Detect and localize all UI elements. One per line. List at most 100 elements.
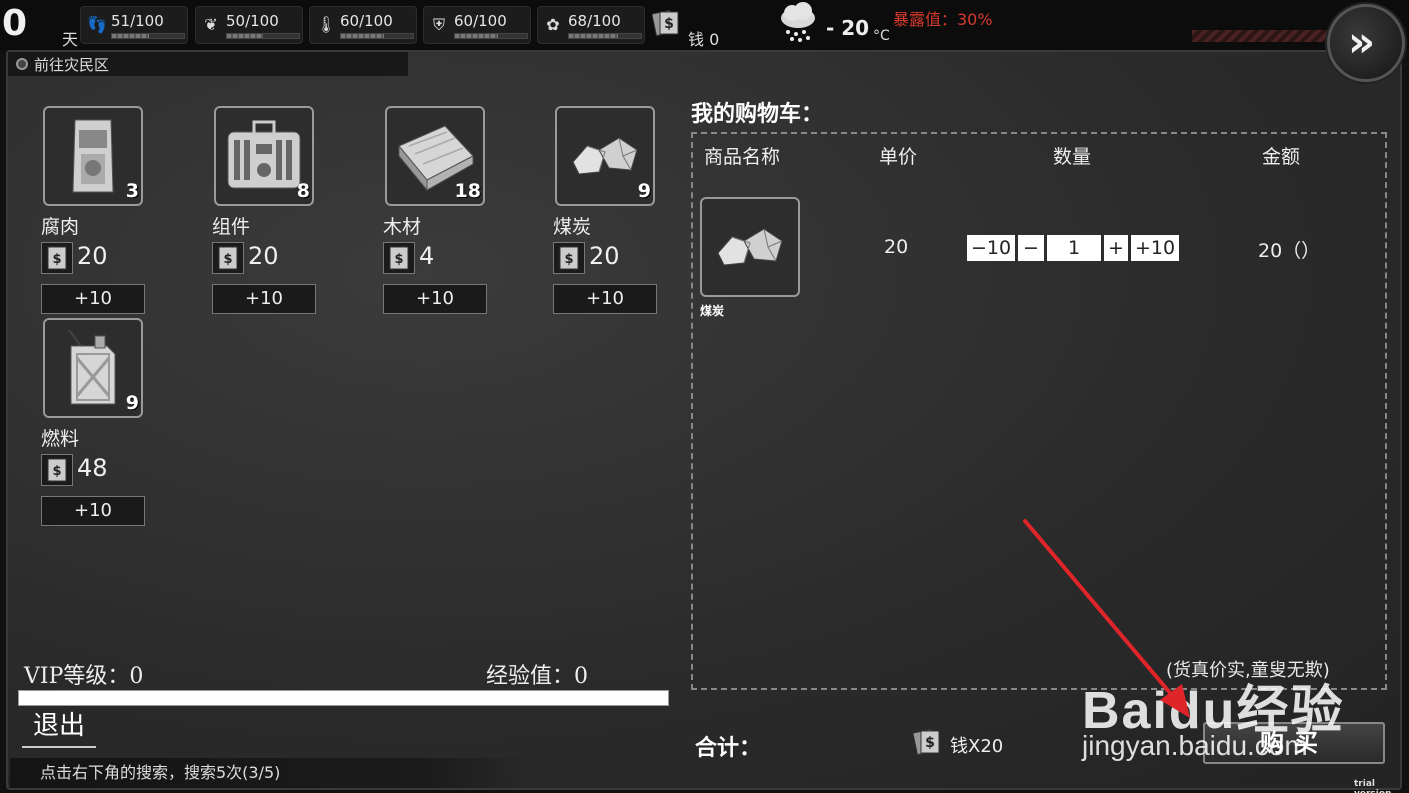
next-button[interactable]: » (1327, 4, 1405, 82)
shop-item-meat: 3 腐肉 $ 20 +10 (41, 106, 171, 316)
item-frame[interactable]: 3 (43, 106, 143, 206)
cart-col-name: 商品名称 (704, 146, 781, 168)
money-icon: $ (41, 454, 73, 486)
money-icon: $ (383, 242, 415, 274)
stat-value: 60/100 (454, 12, 507, 30)
item-price: 48 (77, 454, 108, 482)
exposure-bar (1192, 30, 1332, 42)
add-10-button[interactable]: +10 (553, 284, 657, 314)
thermometer-icon: 🌡 (316, 15, 337, 34)
buy-button[interactable]: 购买 (1203, 722, 1385, 764)
svg-text:$: $ (52, 252, 61, 267)
money-amount: 钱 0 (688, 30, 720, 49)
stomach-icon: ❦ (204, 15, 218, 34)
hint-text: 点击右下角的搜索，搜索5次(3/5) (10, 758, 530, 788)
double-chevron-right-icon: » (1348, 17, 1375, 66)
coal-icon (717, 228, 783, 266)
item-name: 燃料 (41, 428, 80, 450)
quantity-plus-10-button[interactable]: +10 (1131, 235, 1179, 261)
experience-value: 经验值：0 (486, 664, 588, 689)
total-label: 合计： (695, 736, 762, 761)
stat-bar (454, 33, 528, 39)
svg-text:$: $ (223, 252, 232, 267)
cart-item-name: 煤炭 (700, 304, 725, 318)
cart-amount: 20（） (1258, 240, 1321, 262)
quantity-plus-1-button[interactable]: + (1104, 235, 1128, 261)
coal-icon (572, 137, 638, 175)
item-count: 8 (296, 180, 310, 202)
item-count: 9 (125, 392, 139, 414)
item-frame[interactable]: 9 (555, 106, 655, 206)
day-counter: 0 (2, 3, 28, 44)
snow-cloud-icon (781, 2, 815, 42)
cart-title: 我的购物车： (691, 102, 824, 127)
add-10-button[interactable]: +10 (212, 284, 316, 314)
exit-button[interactable]: 退出 (22, 708, 96, 748)
item-frame[interactable]: 8 (214, 106, 314, 206)
stat-value: 51/100 (111, 12, 164, 30)
quantity-minus-10-button[interactable]: −10 (967, 235, 1015, 261)
location-name: 前往灾民区 (34, 55, 110, 74)
item-frame[interactable]: 18 (385, 106, 485, 206)
trial-version-label: trial version (1354, 779, 1391, 793)
fuel-can-icon (68, 329, 116, 405)
toolbox-icon (227, 120, 301, 189)
total-value: 钱X20 (950, 736, 1004, 757)
svg-text:$: $ (925, 735, 935, 751)
stat-hunger: ❦ 50/100 (195, 6, 303, 44)
cart-unit-price: 20 (884, 236, 909, 258)
shop-item-wood: 18 木材 $ 4 +10 (383, 106, 513, 316)
item-name: 煤炭 (553, 216, 592, 238)
cart-col-quantity: 数量 (1053, 146, 1092, 168)
stat-value: 68/100 (568, 12, 621, 30)
item-price: 20 (589, 242, 620, 270)
svg-text:$: $ (394, 252, 403, 267)
svg-text:$: $ (664, 16, 674, 32)
item-count: 9 (637, 180, 651, 202)
cart-col-amount: 金额 (1262, 146, 1301, 168)
item-price: 20 (248, 242, 279, 270)
stat-bar (111, 33, 185, 39)
footprint-icon: 👣 (87, 15, 107, 34)
vip-level: VIP等级：0 (24, 664, 144, 689)
item-name: 组件 (212, 216, 251, 238)
item-count: 18 (454, 180, 481, 202)
item-price: 4 (419, 242, 435, 270)
add-10-button[interactable]: +10 (383, 284, 487, 314)
cart-col-unit-price: 单价 (879, 146, 918, 168)
cart-item-image (700, 197, 800, 297)
cart-slogan: (货真价实,童叟无欺) (1166, 660, 1330, 681)
status-bar: 0 天 👣 51/100 ❦ 50/100 🌡 60/100 ⛨ 60/100 … (0, 0, 1409, 50)
item-count: 3 (125, 180, 139, 202)
stat-stamina: 👣 51/100 (80, 6, 188, 44)
svg-text:$: $ (52, 464, 61, 479)
health-shield-icon: ⛨ (432, 15, 445, 34)
svg-text:$: $ (564, 252, 573, 267)
shop-item-fuel: 9 燃料 $ 48 +10 (41, 318, 171, 528)
money-icon: $ (553, 242, 585, 274)
money-icon: $ (41, 242, 73, 274)
stat-value: 60/100 (340, 12, 393, 30)
item-frame[interactable]: 9 (43, 318, 143, 418)
stat-bar (226, 33, 300, 39)
stat-bar (568, 33, 642, 39)
money-icon: $ (912, 728, 940, 756)
temperature-unit: °C (873, 28, 890, 44)
money-icon: $ (652, 9, 679, 37)
stat-temperature: 🌡 60/100 (309, 6, 417, 44)
quantity-minus-1-button[interactable]: − (1018, 235, 1044, 261)
location-bar: 前往灾民区 (8, 52, 408, 76)
stat-value: 50/100 (226, 12, 279, 30)
mood-icon: ✿ (546, 15, 560, 34)
quantity-input[interactable]: 1 (1047, 235, 1101, 261)
shop-item-components: 8 组件 $ 20 +10 (212, 106, 342, 316)
exposure-value: 暴露值：30% (893, 10, 993, 29)
vip-progress-bar (18, 690, 669, 706)
stat-bar (340, 33, 414, 39)
item-name: 腐肉 (41, 216, 80, 238)
add-10-button[interactable]: +10 (41, 284, 145, 314)
item-price: 20 (77, 242, 108, 270)
add-10-button[interactable]: +10 (41, 496, 145, 526)
stat-mood: ✿ 68/100 (537, 6, 645, 44)
item-name: 木材 (383, 216, 422, 238)
